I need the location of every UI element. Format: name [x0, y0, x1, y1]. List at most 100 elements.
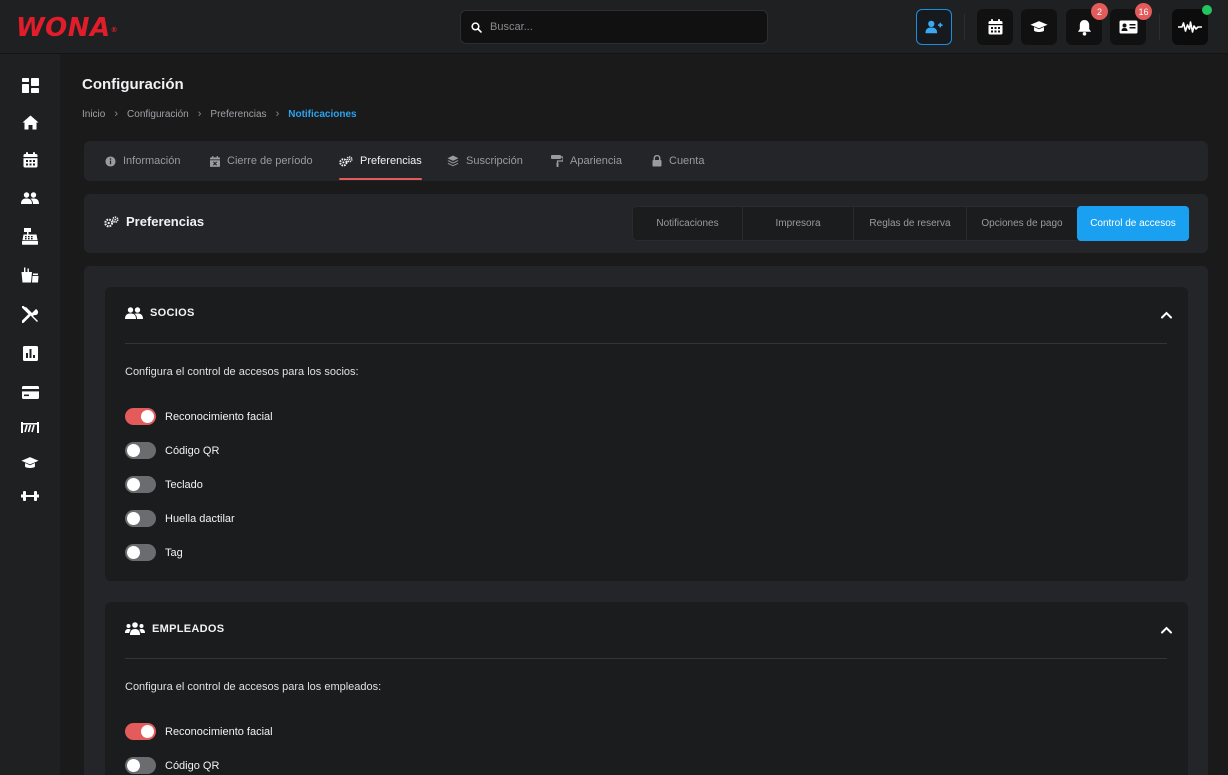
sidebar — [0, 54, 60, 775]
tab-informacion[interactable]: Información — [105, 141, 180, 181]
toggle-switch[interactable] — [125, 476, 156, 493]
preferences-header: Preferencias Notificaciones Impresora Re… — [84, 194, 1208, 253]
sidebar-item-dashboard[interactable] — [18, 73, 42, 97]
section-header[interactable]: SOCIOS — [125, 307, 195, 319]
segment-impresora[interactable]: Impresora — [743, 207, 854, 240]
turnstile-icon — [21, 421, 39, 433]
sidebar-item-members[interactable] — [18, 186, 42, 210]
messages-button[interactable]: 16 — [1110, 3, 1152, 45]
calendar-button[interactable] — [977, 9, 1013, 45]
sidebar-item-classes[interactable] — [18, 451, 42, 475]
home-icon — [22, 115, 38, 129]
toggle-switch[interactable] — [125, 544, 156, 561]
chevron-up-icon[interactable] — [1161, 626, 1172, 634]
option-row: Código QR — [125, 442, 219, 459]
gears-icon — [339, 155, 353, 166]
users-group-icon — [125, 622, 145, 635]
option-row: Reconocimiento facial — [125, 408, 273, 425]
option-label: Tag — [165, 546, 183, 559]
section-description: Configura el control de accesos para los… — [125, 681, 382, 693]
sidebar-item-shop[interactable] — [18, 263, 42, 287]
option-row: Teclado — [125, 476, 203, 493]
chevron-right-icon: › — [197, 108, 202, 120]
tab-apariencia[interactable]: Apariencia — [551, 141, 622, 181]
sidebar-item-reports[interactable] — [18, 341, 42, 365]
page-title: Configuración — [82, 76, 184, 93]
divider — [1159, 14, 1160, 40]
shop-icon — [21, 267, 39, 283]
graduation-cap-icon — [1030, 21, 1048, 32]
tab-preferencias[interactable]: Preferencias — [339, 141, 422, 181]
wona-logo[interactable]: WONA® — [16, 14, 118, 42]
tab-cierre-periodo[interactable]: Cierre de período — [210, 141, 313, 181]
main-content: Configuración Inicio › Configuración › P… — [60, 54, 1228, 775]
search-box[interactable] — [460, 10, 768, 44]
breadcrumb-item[interactable]: Inicio — [82, 109, 105, 120]
toggle-switch[interactable] — [125, 723, 156, 740]
option-row: Reconocimiento facial — [125, 723, 273, 740]
breadcrumb: Inicio › Configuración › Preferencias › … — [82, 108, 357, 120]
credit-card-icon — [21, 385, 39, 399]
dashboard-icon — [21, 77, 39, 93]
add-user-icon — [925, 20, 943, 34]
section-socios: SOCIOS Configura el control de accesos p… — [105, 287, 1188, 581]
option-label: Reconocimiento facial — [165, 410, 273, 423]
search-icon — [471, 21, 482, 33]
access-control-panel: SOCIOS Configura el control de accesos p… — [84, 266, 1208, 775]
section-title: SOCIOS — [150, 307, 195, 319]
divider — [964, 14, 965, 40]
option-row: Huella dactilar — [125, 510, 235, 527]
online-status-dot — [1202, 5, 1212, 15]
toggle-switch[interactable] — [125, 408, 156, 425]
calendar-icon — [988, 19, 1002, 35]
toggle-switch[interactable] — [125, 510, 156, 527]
breadcrumb-item[interactable]: Configuración — [127, 109, 189, 120]
option-label: Teclado — [165, 478, 203, 491]
option-label: Código QR — [165, 444, 220, 457]
segment-control-accesos[interactable]: Control de accesos — [1077, 206, 1189, 241]
lock-icon — [652, 155, 662, 167]
classes-button[interactable] — [1021, 9, 1057, 45]
layers-icon — [447, 155, 459, 167]
info-icon — [105, 155, 116, 167]
divider — [125, 658, 1167, 659]
breadcrumb-item[interactable]: Preferencias — [210, 109, 266, 120]
gym-logo-avatar-icon — [1178, 21, 1202, 33]
sidebar-item-tools[interactable] — [18, 302, 42, 326]
notifications-button[interactable]: 2 — [1066, 3, 1108, 45]
section-header[interactable]: EMPLEADOS — [125, 622, 224, 635]
divider — [125, 343, 1167, 344]
report-icon — [22, 345, 38, 361]
id-card-icon — [1119, 20, 1137, 34]
segment-notificaciones[interactable]: Notificaciones — [633, 207, 743, 240]
sidebar-item-cash-register[interactable] — [18, 224, 42, 248]
tab-cuenta[interactable]: Cuenta — [652, 141, 704, 181]
chevron-up-icon[interactable] — [1161, 311, 1172, 319]
tab-suscripcion[interactable]: Suscripción — [447, 141, 523, 181]
users-icon — [125, 307, 143, 319]
cash-register-icon — [22, 227, 38, 245]
toggle-switch[interactable] — [125, 442, 156, 459]
sidebar-item-training[interactable] — [18, 484, 42, 508]
users-icon — [21, 192, 39, 204]
settings-tabs: Información Cierre de período Preferenci… — [84, 141, 1208, 181]
chevron-right-icon: › — [114, 108, 119, 120]
search-input[interactable] — [490, 21, 750, 33]
preferences-segmented-control: Notificaciones Impresora Reglas de reser… — [632, 206, 1190, 241]
sidebar-item-calendar[interactable] — [18, 148, 42, 172]
toggle-switch[interactable] — [125, 757, 156, 774]
gym-profile-button[interactable] — [1172, 5, 1212, 45]
option-label: Código QR — [165, 759, 220, 772]
sidebar-item-home[interactable] — [18, 110, 42, 134]
graduation-cap-icon — [21, 457, 39, 468]
sidebar-item-access-control[interactable] — [18, 415, 42, 439]
segment-reglas-reserva[interactable]: Reglas de reserva — [854, 207, 967, 240]
segment-opciones-pago[interactable]: Opciones de pago — [967, 207, 1077, 240]
breadcrumb-current: Notificaciones — [288, 108, 357, 120]
sidebar-item-payments[interactable] — [18, 380, 42, 404]
dumbbell-icon — [21, 491, 39, 501]
gears-icon — [104, 215, 119, 227]
calendar-icon — [23, 152, 37, 168]
add-member-button[interactable] — [916, 9, 952, 45]
calendar-x-icon — [210, 155, 220, 167]
